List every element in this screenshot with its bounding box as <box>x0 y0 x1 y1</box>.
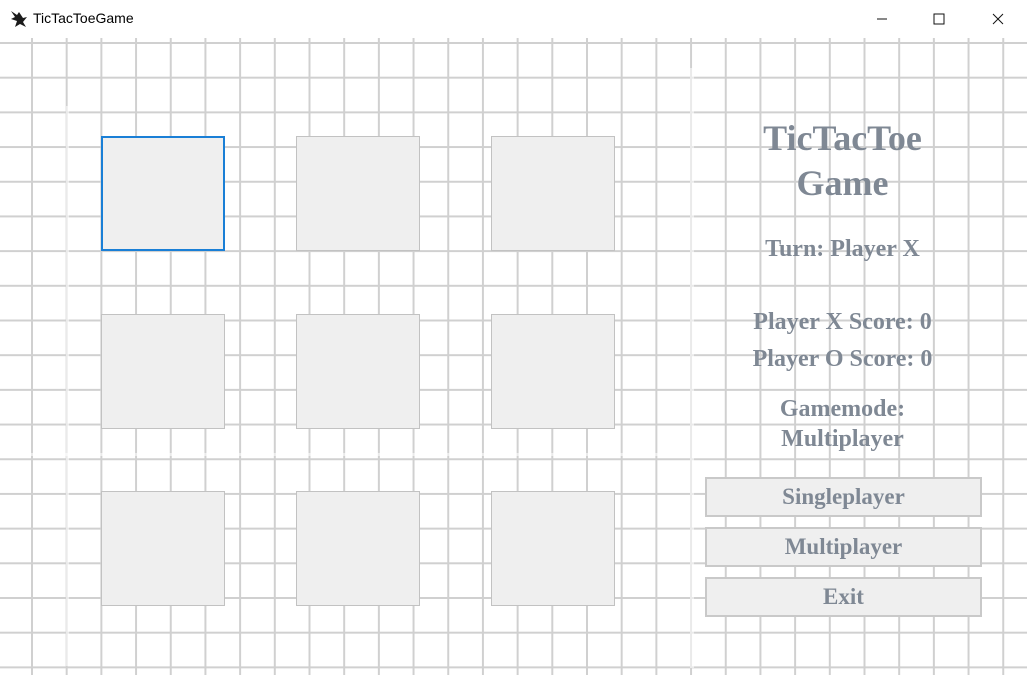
gamemode-label: Gamemode: <box>779 396 906 422</box>
turn-label: Turn: Player X <box>765 236 920 262</box>
app-icon <box>9 9 29 29</box>
player-x-score: Player X Score: 0 <box>753 309 932 335</box>
board-cell[interactable] <box>101 314 225 429</box>
game-title-line1: TicTacToe <box>763 118 922 158</box>
multiplayer-button[interactable]: Multiplayer <box>705 527 982 567</box>
gamemode-value: Multiplayer <box>781 426 904 452</box>
game-area: TicTacToe Game Turn: Player X Player X S… <box>0 38 1027 675</box>
board-cell[interactable] <box>296 136 420 251</box>
grid-highlight <box>690 68 694 668</box>
board-cell[interactable] <box>491 314 615 429</box>
board-cell[interactable] <box>296 314 420 429</box>
close-button[interactable] <box>969 0 1027 38</box>
grid-highlight <box>0 453 680 456</box>
board-cell[interactable] <box>296 491 420 606</box>
board-cell[interactable] <box>491 491 615 606</box>
minimize-icon <box>876 13 888 25</box>
window-title: TicTacToeGame <box>33 10 134 26</box>
board-cell[interactable] <box>101 491 225 606</box>
maximize-icon <box>933 13 945 25</box>
grid-highlight <box>66 106 69 666</box>
board-cell[interactable] <box>101 136 225 251</box>
singleplayer-button[interactable]: Singleplayer <box>705 477 982 517</box>
maximize-button[interactable] <box>910 0 968 38</box>
close-icon <box>992 13 1004 25</box>
minimize-button[interactable] <box>853 0 911 38</box>
board-cell[interactable] <box>491 136 615 251</box>
exit-button[interactable]: Exit <box>705 577 982 617</box>
game-title-line2: Game <box>796 163 889 203</box>
title-bar: TicTacToeGame <box>0 0 1027 38</box>
player-o-score: Player O Score: 0 <box>752 346 933 372</box>
